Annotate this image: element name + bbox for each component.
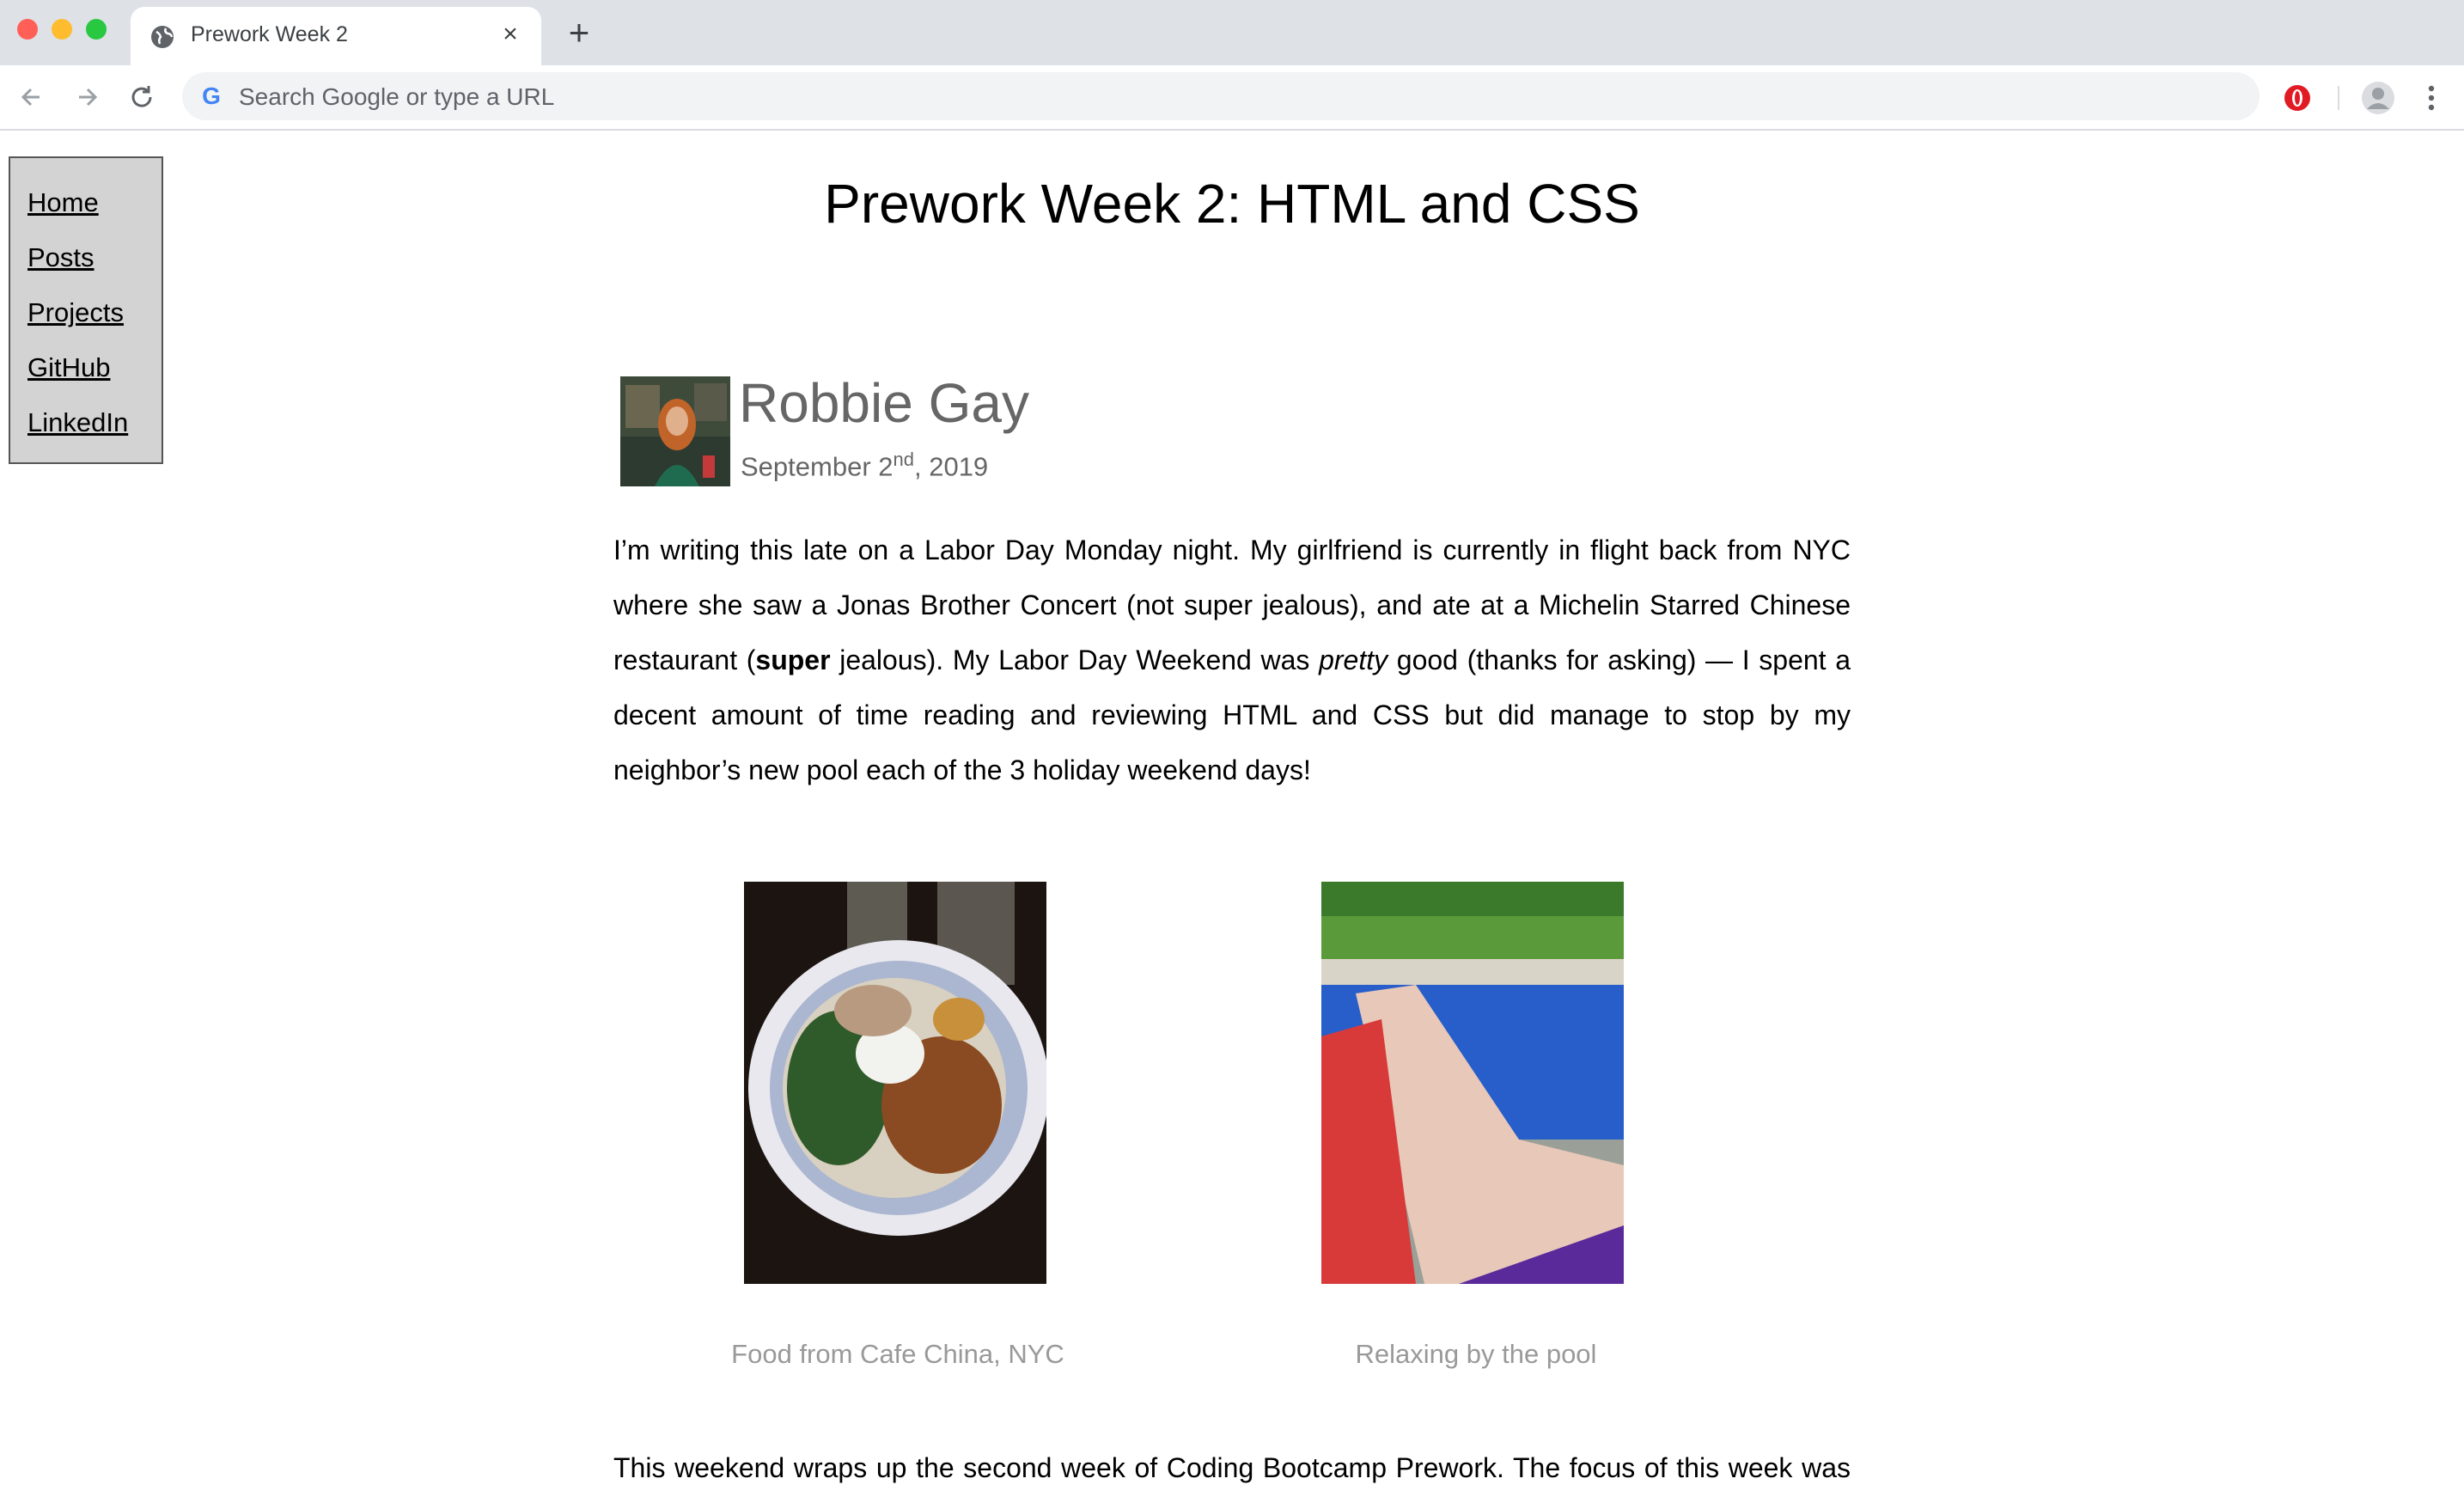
omnibox-input[interactable] [237, 72, 2217, 122]
post-date-ordinal: nd [893, 449, 914, 470]
paragraph-text: jealous). My Labor Day Weekend was [830, 645, 1320, 675]
more-vert-icon[interactable] [2416, 81, 2447, 115]
tab-title: Prework Week 2 [191, 22, 348, 46]
browser-tab[interactable]: Prework Week 2 × [131, 7, 541, 65]
paragraph-bold-text: super [755, 645, 831, 675]
nav-link-github[interactable]: GitHub [27, 352, 110, 383]
post-paragraph-1: I’m writing this late on a Labor Day Mon… [613, 522, 1851, 797]
forward-arrow-icon[interactable] [67, 77, 107, 117]
nav-link-posts[interactable]: Posts [27, 242, 95, 273]
nav-link-linkedin[interactable]: LinkedIn [27, 407, 128, 438]
close-window-button[interactable] [17, 19, 38, 40]
author-name: Robbie Gay [739, 372, 1029, 434]
post-paragraph-2: This weekend wraps up the second week of… [613, 1452, 1851, 1483]
profile-avatar-icon[interactable] [2361, 81, 2395, 115]
toolbar-divider [2338, 86, 2339, 110]
back-arrow-icon[interactable] [12, 77, 52, 117]
new-tab-button[interactable]: + [560, 14, 598, 52]
tab-close-icon[interactable]: × [495, 19, 526, 50]
opera-extension-icon[interactable] [2282, 82, 2313, 113]
address-bar[interactable]: G [182, 72, 2260, 122]
pool-photo-caption: Relaxing by the pool [1355, 1339, 1597, 1369]
author-avatar [620, 376, 730, 486]
post-date: September 2nd, 2019 [741, 449, 988, 482]
post-date-prefix: September 2 [741, 451, 894, 482]
globe-icon [151, 26, 174, 48]
browser-toolbar: G [0, 65, 2464, 131]
reload-icon[interactable] [122, 77, 162, 117]
nav-link-projects[interactable]: Projects [27, 297, 124, 328]
paragraph-italic-text: pretty [1319, 645, 1388, 675]
minimize-window-button[interactable] [52, 19, 72, 40]
food-photo [744, 882, 1046, 1284]
browser-tab-bar: Prework Week 2 × + [0, 0, 2464, 65]
page-title: Prework Week 2: HTML and CSS [824, 173, 1640, 235]
food-photo-caption: Food from Cafe China, NYC [731, 1339, 1064, 1369]
google-icon: G [202, 82, 221, 109]
post-date-suffix: , 2019 [913, 451, 989, 482]
maximize-window-button[interactable] [86, 19, 107, 40]
pool-photo [1321, 882, 1624, 1284]
